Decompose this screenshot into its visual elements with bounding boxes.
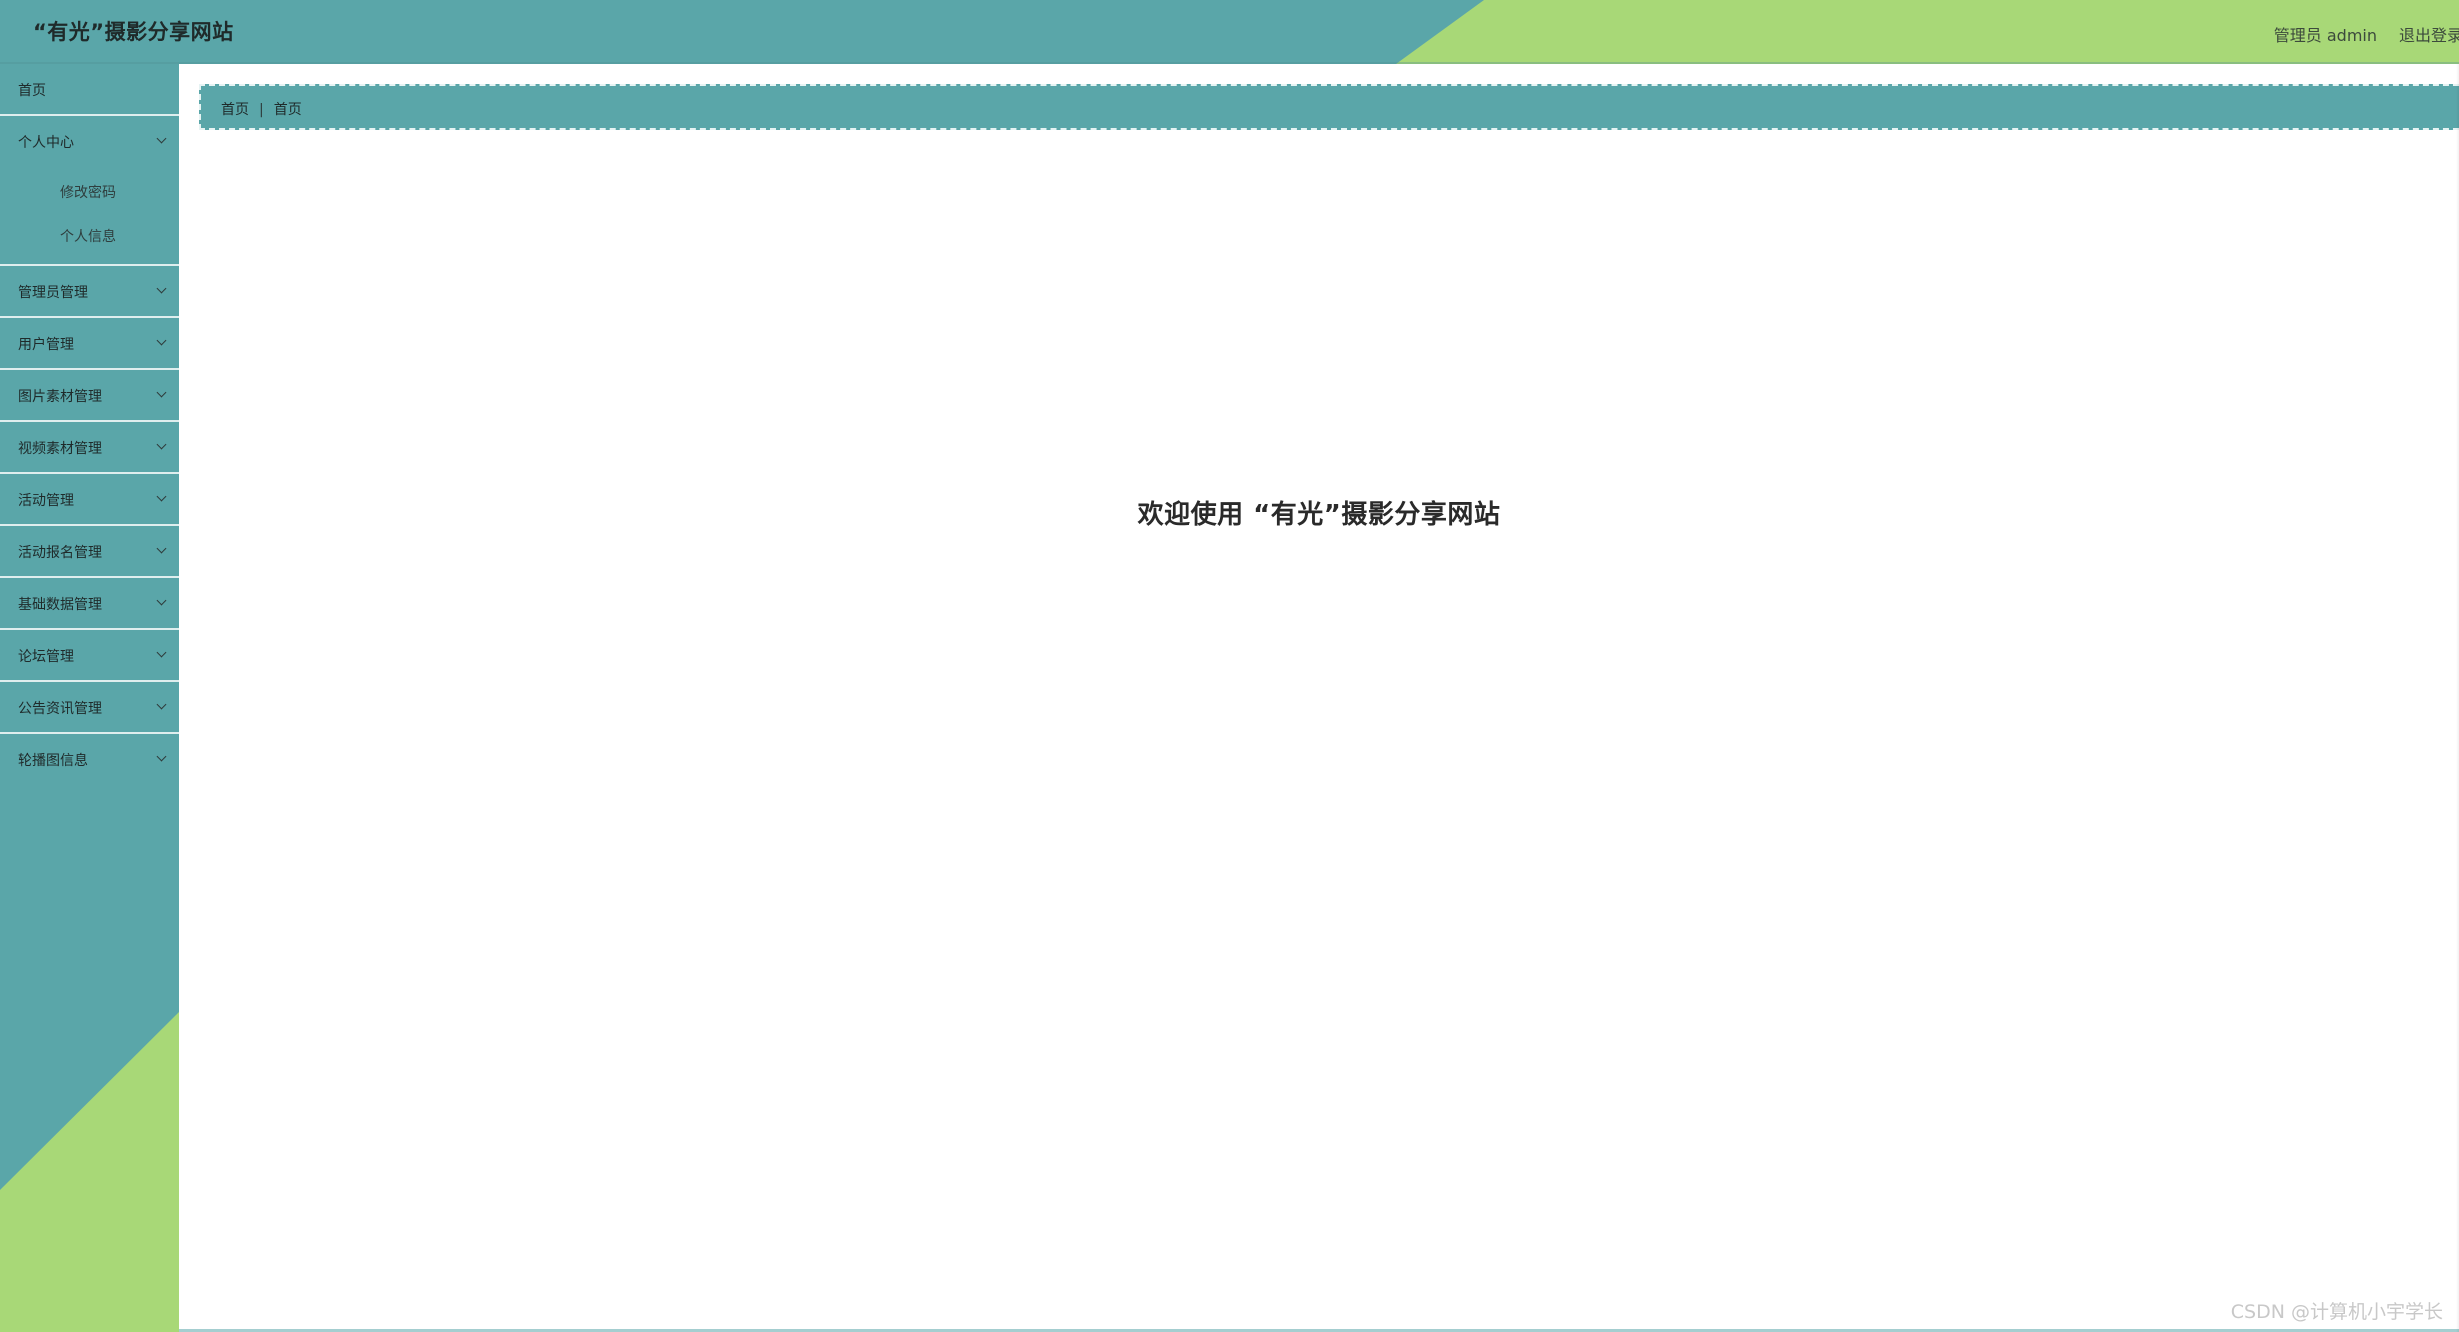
breadcrumb-bar: 首页 | 首页 [199,84,2459,130]
personal-center-submenu: 修改密码 个人信息 [0,166,179,266]
submenu-item-label: 修改密码 [60,185,116,201]
submenu-item-personal-info[interactable]: 个人信息 [0,214,179,258]
sidebar-item-label: 论坛管理 [18,649,74,665]
chevron-down-icon [156,699,167,710]
sidebar-item-label: 基础数据管理 [18,597,102,613]
sidebar-item-personal-center[interactable]: 个人中心 [0,116,179,166]
chevron-down-icon [156,283,167,294]
app-root: “有光”摄影分享网站 管理员 admin 退出登录 首页 个人中心 修改密码 个… [0,0,2459,1332]
sidebar-menu: 首页 个人中心 修改密码 个人信息 管理员管理 用户管理 图片素材管理 视频素材… [0,64,179,784]
site-title: “有光”摄影分享网站 [33,20,234,44]
sidebar: 首页 个人中心 修改密码 个人信息 管理员管理 用户管理 图片素材管理 视频素材… [0,64,179,1332]
sidebar-item-label: 轮播图信息 [18,753,88,769]
sidebar-item-carousel-info[interactable]: 轮播图信息 [0,734,179,784]
sidebar-item-user-management[interactable]: 用户管理 [0,318,179,370]
csdn-watermark: CSDN @计算机小宇学长 [2230,1301,2443,1323]
chevron-down-icon [156,647,167,658]
sidebar-item-label: 活动管理 [18,493,74,509]
sidebar-item-activity-registration-management[interactable]: 活动报名管理 [0,526,179,578]
sidebar-item-label: 公告资讯管理 [18,701,102,717]
sidebar-item-activity-management[interactable]: 活动管理 [0,474,179,526]
chevron-down-icon [156,335,167,346]
top-header: “有光”摄影分享网站 管理员 admin 退出登录 [0,0,2459,64]
sidebar-item-forum-management[interactable]: 论坛管理 [0,630,179,682]
logout-link[interactable]: 退出登录 [2399,22,2459,46]
sidebar-item-announcement-management[interactable]: 公告资讯管理 [0,682,179,734]
sidebar-item-admin-management[interactable]: 管理员管理 [0,266,179,318]
breadcrumb-item-current[interactable]: 首页 [274,102,302,118]
current-user-label: 管理员 admin [2273,26,2377,45]
sidebar-item-label: 个人中心 [18,135,74,151]
chevron-down-icon [156,491,167,502]
main-content: 首页 | 首页 欢迎使用 “有光”摄影分享网站 CSDN @计算机小宇学长 [179,64,2459,1332]
sidebar-item-label: 首页 [18,83,46,99]
chevron-down-icon [156,595,167,606]
breadcrumb-separator: | [259,102,264,118]
sidebar-item-label: 用户管理 [18,337,74,353]
welcome-heading: 欢迎使用 “有光”摄影分享网站 [1137,500,1501,530]
chevron-down-icon [156,751,167,762]
sidebar-item-image-material-management[interactable]: 图片素材管理 [0,370,179,422]
chevron-down-icon [156,439,167,450]
sidebar-item-home[interactable]: 首页 [0,64,179,116]
sidebar-item-label: 图片素材管理 [18,389,102,405]
chevron-down-icon [156,543,167,554]
sidebar-item-label: 视频素材管理 [18,441,102,457]
sidebar-item-label: 管理员管理 [18,285,88,301]
sidebar-item-label: 活动报名管理 [18,545,102,561]
breadcrumb-item-home[interactable]: 首页 [221,102,249,118]
sidebar-green-accent [0,1012,179,1332]
submenu-item-label: 个人信息 [60,229,116,245]
sidebar-group-personal-center: 个人中心 修改密码 个人信息 [0,116,179,266]
chevron-down-icon [156,387,167,398]
submenu-item-change-password[interactable]: 修改密码 [0,170,179,214]
breadcrumb: 首页 | 首页 [221,99,302,119]
chevron-up-icon [156,133,167,144]
sidebar-item-video-material-management[interactable]: 视频素材管理 [0,422,179,474]
sidebar-item-basic-data-management[interactable]: 基础数据管理 [0,578,179,630]
